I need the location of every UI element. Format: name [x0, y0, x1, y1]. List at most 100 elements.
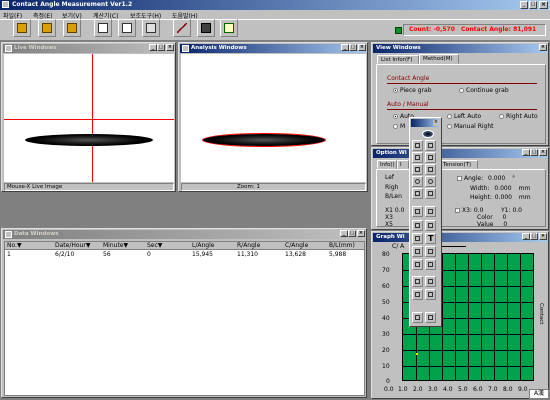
edit-button[interactable]	[94, 19, 112, 37]
wand-button[interactable]	[173, 19, 191, 37]
live-close-button[interactable]: ×	[166, 44, 174, 51]
tool-line[interactable]	[412, 259, 423, 270]
gridline	[455, 254, 456, 380]
col-minute[interactable]: Minute▼	[103, 242, 128, 249]
angle-field-label: Angle:	[464, 175, 484, 182]
report-button[interactable]	[118, 19, 136, 37]
view-tab-list[interactable]: List Infor(F)	[377, 55, 419, 64]
cell: 6/2/10	[55, 251, 75, 258]
grid-button[interactable]	[220, 19, 238, 37]
manual-left-radio[interactable]: M	[393, 123, 405, 130]
data-close-button[interactable]: ×	[357, 230, 365, 237]
arrow-icon	[415, 279, 420, 284]
chart-button[interactable]	[142, 19, 160, 37]
curve-icon	[428, 143, 433, 148]
tool-measure-right[interactable]	[425, 152, 436, 163]
option-tab-info[interactable]: Info()	[377, 160, 397, 169]
col-no[interactable]: No.▼	[7, 242, 22, 249]
col-langle[interactable]: L/Angle	[192, 242, 214, 249]
tool-circle[interactable]	[425, 176, 436, 187]
option-close-button[interactable]: ×	[539, 149, 547, 156]
col-rangle[interactable]: R/Angle	[237, 242, 260, 249]
data-maximize-button[interactable]: □	[348, 230, 356, 237]
live-minimize-button[interactable]: _	[149, 44, 157, 51]
fill-icon	[428, 209, 433, 214]
data-minimize-button[interactable]: _	[340, 230, 348, 237]
close-button[interactable]: ×	[539, 1, 548, 9]
graph-panel: C/ A 80 70 60 50 40 30 20 10 0 0.0 1.0 2…	[374, 243, 547, 397]
continue-grab-radio[interactable]: Continue grab	[459, 87, 509, 94]
tool-rotate-right[interactable]	[425, 289, 436, 300]
manual-right-radio[interactable]: Manual Right	[447, 123, 494, 130]
col-bl[interactable]: B/L(mm)	[329, 242, 355, 249]
crosshair-horizontal	[4, 119, 174, 120]
data-window: Data Windows _ □ × No.▼ Date/Hour▼ Minut…	[1, 228, 367, 398]
gridline	[403, 350, 533, 351]
magic-wand-icon	[177, 23, 187, 33]
tool-zoom[interactable]	[412, 176, 423, 187]
open-button[interactable]	[13, 19, 31, 37]
tool-text[interactable]: T	[425, 233, 436, 244]
count-value: -0,570	[433, 26, 455, 33]
tool-image[interactable]	[412, 188, 423, 199]
calculator-button[interactable]	[197, 19, 215, 37]
tool-measure-left[interactable]	[412, 152, 423, 163]
option-minimize-button[interactable]: _	[522, 149, 530, 156]
height-row: Height: 0.000 mm	[470, 194, 531, 201]
tool-undo[interactable]	[412, 312, 423, 323]
view-tab-method[interactable]: Method(M)	[419, 54, 459, 64]
cell: 15,945	[192, 251, 213, 258]
tool-grid[interactable]	[412, 246, 423, 257]
data-point	[416, 353, 418, 355]
tool-redo[interactable]	[425, 312, 436, 323]
graph-maximize-button[interactable]: □	[530, 233, 538, 240]
x3-checkbox[interactable]	[455, 208, 460, 213]
right-auto-radio[interactable]: Right Auto	[499, 113, 538, 120]
y1-row: Y1: 0.0	[501, 207, 522, 214]
tool-angle[interactable]	[425, 164, 436, 175]
analysis-minimize-button[interactable]: _	[341, 44, 349, 51]
x-tick: 9.0	[518, 386, 528, 393]
tool-brush[interactable]	[425, 259, 436, 270]
tool-select[interactable]	[412, 140, 423, 151]
graph-close-button[interactable]: ×	[539, 233, 547, 240]
analysis-maximize-button[interactable]: □	[349, 44, 357, 51]
tool-move[interactable]	[425, 276, 436, 287]
maximize-button[interactable]: □	[529, 1, 537, 9]
col-cangle[interactable]: C/Angle	[285, 242, 308, 249]
tool-crop[interactable]	[412, 220, 423, 231]
tool-baseline[interactable]	[412, 164, 423, 175]
option-maximize-button[interactable]: □	[530, 149, 538, 156]
minimize-button[interactable]: _	[520, 1, 528, 9]
tool-curve[interactable]	[425, 140, 436, 151]
x-tick: 3.0	[428, 386, 438, 393]
option-tab-2[interactable]: I	[397, 160, 409, 169]
tool-hand[interactable]	[425, 220, 436, 231]
live-maximize-button[interactable]: □	[157, 44, 165, 51]
piece-grab-radio[interactable]: Piece grab	[393, 87, 432, 94]
angle-checkbox[interactable]	[457, 176, 462, 181]
col-sec[interactable]: Sec▼	[147, 242, 162, 249]
analysis-close-button[interactable]: ×	[358, 44, 366, 51]
left-auto-radio[interactable]: Left Auto	[447, 113, 481, 120]
tool-region[interactable]	[412, 206, 423, 217]
live-status-text: Mouse-X Live Image	[7, 184, 63, 190]
tool-eraser[interactable]	[425, 246, 436, 257]
capture-button[interactable]	[38, 19, 56, 37]
tool-ruler[interactable]	[412, 233, 423, 244]
ime-indicator[interactable]: A漢	[529, 389, 549, 399]
analysis-image[interactable]	[181, 54, 366, 182]
graph-window-title: Graph Wi	[376, 234, 405, 240]
tool-arrow-up[interactable]	[412, 276, 423, 287]
tool-fill[interactable]	[425, 206, 436, 217]
tool-pen[interactable]	[425, 188, 436, 199]
tool-rotate-left[interactable]	[412, 289, 423, 300]
option-tab-tension[interactable]: Tension(T)	[440, 160, 478, 169]
table-row[interactable]: 1 6/2/10 56 0 15,945 11,310 13,628 5,988	[5, 251, 364, 259]
view-close-button[interactable]: ×	[539, 44, 547, 51]
live-image[interactable]	[4, 54, 174, 182]
palette-close-button[interactable]: ×	[433, 120, 439, 126]
save-button[interactable]	[63, 19, 81, 37]
col-date[interactable]: Date/Hour▼	[55, 242, 90, 249]
graph-minimize-button[interactable]: _	[522, 233, 530, 240]
